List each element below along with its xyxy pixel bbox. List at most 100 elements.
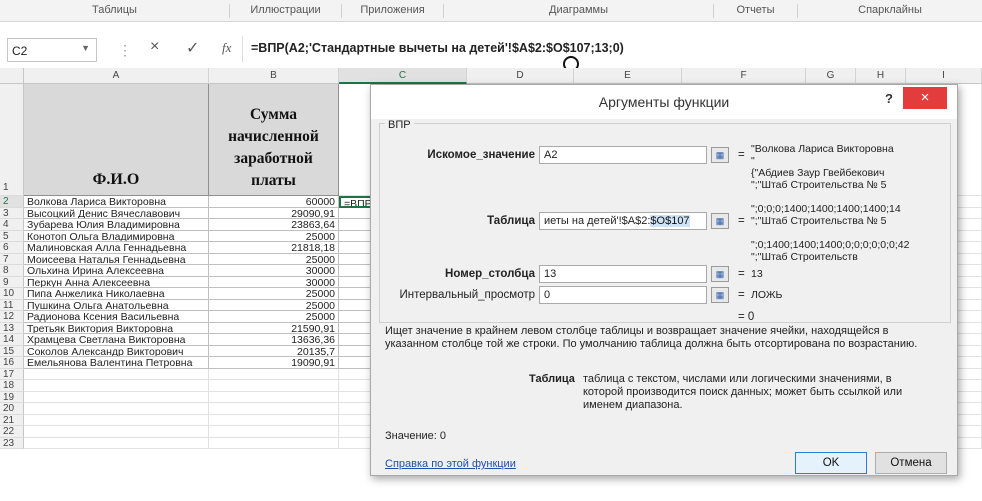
name-box[interactable]: C2 ▼ — [7, 38, 97, 62]
cell-name[interactable] — [24, 403, 209, 415]
cell-name[interactable]: Моисеева Наталья Геннадьевна — [24, 253, 209, 265]
cell-name[interactable]: Третьяк Виктория Викторовна — [24, 322, 209, 334]
ribbon-group-sparklines[interactable]: Спарклайны — [798, 4, 982, 18]
cell-sum[interactable]: 23863,64 — [209, 219, 339, 231]
row-header[interactable]: 6 — [0, 242, 24, 254]
cell-name[interactable]: Зубарева Юлия Владимировна — [24, 219, 209, 231]
row-header[interactable]: 17 — [0, 368, 24, 380]
cell-sum[interactable]: 25000 — [209, 299, 339, 311]
cancel-icon[interactable]: × — [150, 38, 159, 56]
cell-sum[interactable] — [209, 414, 339, 426]
cell-name[interactable] — [24, 414, 209, 426]
cell-name[interactable]: Волкова Лариса Викторовна — [24, 196, 209, 208]
cell-sum[interactable]: 21818,18 — [209, 242, 339, 254]
cell-sum[interactable]: 25000 — [209, 288, 339, 300]
col-header-e[interactable]: E — [574, 68, 682, 84]
row-header[interactable]: 22 — [0, 426, 24, 438]
cell-name[interactable]: Пушкина Ольга Анатольевна — [24, 299, 209, 311]
row-header[interactable]: 12 — [0, 311, 24, 323]
ribbon-group-tables[interactable]: Таблицы — [0, 4, 230, 18]
row-header[interactable]: 5 — [0, 230, 24, 242]
col-header-h[interactable]: H — [856, 68, 906, 84]
cell-sum[interactable]: 29090,91 — [209, 207, 339, 219]
cell-name[interactable]: Ольхина Ирина Алексеевна — [24, 265, 209, 277]
help-icon[interactable]: ? — [885, 91, 893, 106]
row-header[interactable]: 1 — [0, 84, 24, 196]
row-header[interactable]: 13 — [0, 322, 24, 334]
ribbon-group-apps[interactable]: Приложения — [342, 4, 444, 18]
col-header-c[interactable]: C — [339, 68, 467, 84]
row-header[interactable]: 14 — [0, 334, 24, 346]
formula-input[interactable]: =ВПР(A2;'Стандартные вычеты на детей'!$A… — [242, 36, 980, 62]
col-header-g[interactable]: G — [806, 68, 856, 84]
row-header[interactable]: 2 — [0, 196, 24, 208]
cell-a1[interactable]: Ф.И.О — [24, 84, 209, 196]
col-header-b[interactable]: B — [209, 68, 339, 84]
cell-sum[interactable]: 25000 — [209, 253, 339, 265]
cell-name[interactable]: Перкун Анна Алексеевна — [24, 276, 209, 288]
range-select-icon[interactable]: ▦ — [711, 287, 729, 303]
arg-input-col-index[interactable]: 13 — [539, 265, 707, 283]
fx-icon[interactable]: fx — [222, 40, 231, 56]
range-select-icon[interactable]: ▦ — [711, 266, 729, 282]
cell-name[interactable] — [24, 426, 209, 438]
cell-sum[interactable]: 13636,36 — [209, 334, 339, 346]
cell-name[interactable]: Конотоп Ольга Владимировна — [24, 230, 209, 242]
row-header[interactable]: 21 — [0, 414, 24, 426]
cell-name[interactable] — [24, 391, 209, 403]
cell-name[interactable] — [24, 368, 209, 380]
row-header[interactable]: 3 — [0, 207, 24, 219]
cell-name[interactable]: Соколов Александр Викторович — [24, 345, 209, 357]
range-select-icon[interactable]: ▦ — [711, 213, 729, 229]
cell-sum[interactable]: 30000 — [209, 265, 339, 277]
col-header-i[interactable]: I — [906, 68, 982, 84]
ribbon-group-reports[interactable]: Отчеты — [714, 4, 798, 18]
cell-sum[interactable]: 25000 — [209, 311, 339, 323]
cell-sum[interactable] — [209, 403, 339, 415]
ribbon-group-illustrations[interactable]: Иллюстрации — [230, 4, 342, 18]
row-header[interactable]: 8 — [0, 265, 24, 277]
select-all-corner[interactable] — [0, 68, 24, 84]
cell-name[interactable]: Емельянова Валентина Петровна — [24, 357, 209, 369]
cell-sum[interactable] — [209, 426, 339, 438]
range-select-icon[interactable]: ▦ — [711, 147, 729, 163]
ribbon-group-charts[interactable]: Диаграммы — [444, 4, 714, 18]
cell-sum[interactable] — [209, 380, 339, 392]
cell-name[interactable]: Храмцева Светлана Викторовна — [24, 334, 209, 346]
arg-input-table[interactable]: иеты на детей'!$A$2:$O$107 — [539, 212, 707, 230]
chevron-down-icon[interactable]: ▼ — [81, 43, 90, 53]
cell-name[interactable] — [24, 380, 209, 392]
cell-sum[interactable] — [209, 437, 339, 449]
col-header-a[interactable]: A — [24, 68, 209, 84]
arg-input-lookup-value[interactable]: A2 — [539, 146, 707, 164]
row-header[interactable]: 20 — [0, 403, 24, 415]
cell-sum[interactable] — [209, 391, 339, 403]
cell-sum[interactable]: 25000 — [209, 230, 339, 242]
col-header-d[interactable]: D — [467, 68, 574, 84]
row-header[interactable]: 18 — [0, 380, 24, 392]
cell-sum[interactable]: 19090,91 — [209, 357, 339, 369]
row-header[interactable]: 7 — [0, 253, 24, 265]
help-link[interactable]: Справка по этой функции — [385, 458, 516, 470]
cell-name[interactable]: Малиновская Алла Геннадьевна — [24, 242, 209, 254]
col-header-f[interactable]: F — [682, 68, 806, 84]
cell-sum[interactable]: 21590,91 — [209, 322, 339, 334]
row-header[interactable]: 23 — [0, 437, 24, 449]
row-header[interactable]: 19 — [0, 391, 24, 403]
cell-name[interactable] — [24, 437, 209, 449]
cell-sum[interactable]: 30000 — [209, 276, 339, 288]
enter-icon[interactable]: ✓ — [186, 38, 199, 58]
row-header[interactable]: 9 — [0, 276, 24, 288]
cell-b1[interactable]: Сумма начисленной заработной платы — [209, 84, 339, 196]
cell-sum[interactable]: 20135,7 — [209, 345, 339, 357]
row-header[interactable]: 10 — [0, 288, 24, 300]
row-header[interactable]: 4 — [0, 219, 24, 231]
cell-sum[interactable]: 60000 — [209, 196, 339, 208]
cell-sum[interactable] — [209, 368, 339, 380]
cancel-button[interactable]: Отмена — [875, 452, 947, 474]
cell-name[interactable]: Радионова Ксения Васильевна — [24, 311, 209, 323]
row-header[interactable]: 11 — [0, 299, 24, 311]
cell-name[interactable]: Высоцкий Денис Вячеславович — [24, 207, 209, 219]
cell-name[interactable]: Пипа Анжелика Николаевна — [24, 288, 209, 300]
row-header[interactable]: 15 — [0, 345, 24, 357]
